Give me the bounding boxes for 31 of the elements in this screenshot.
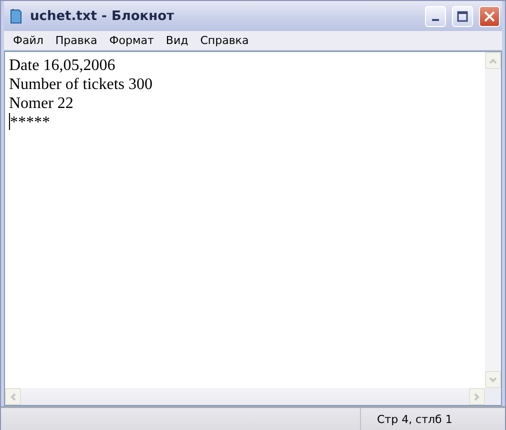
text-line: Nomer 22 bbox=[9, 94, 74, 113]
text-area[interactable]: Date 16,05,2006 Number of tickets 300 Nomer 22 ***** bbox=[4, 51, 502, 406]
scroll-down-button[interactable] bbox=[485, 371, 501, 388]
vertical-scrollbar[interactable] bbox=[485, 52, 501, 388]
maximize-button[interactable] bbox=[452, 6, 473, 26]
menu-item[interactable]: Справка bbox=[194, 34, 255, 47]
chevron-up-icon bbox=[489, 56, 497, 64]
text-line: Date 16,05,2006 bbox=[9, 56, 116, 75]
menu-item[interactable]: Формат bbox=[103, 34, 160, 47]
minimize-button[interactable] bbox=[425, 6, 446, 26]
chevron-right-icon bbox=[473, 392, 481, 400]
text-line: ***** bbox=[9, 113, 51, 132]
scroll-right-button[interactable] bbox=[469, 388, 485, 405]
text-line: Number of tickets 300 bbox=[9, 75, 154, 94]
text-caret bbox=[9, 113, 10, 130]
window-title: uchet.txt - Блокнот bbox=[30, 8, 176, 24]
cursor-position: Стр 4, стлб 1 bbox=[360, 408, 505, 430]
maximize-icon bbox=[457, 10, 468, 22]
scrollbar-corner bbox=[485, 388, 501, 405]
menu-item[interactable]: Файл bbox=[7, 34, 50, 47]
minimize-icon bbox=[432, 19, 439, 21]
scroll-up-button[interactable] bbox=[485, 52, 501, 69]
scroll-left-button[interactable] bbox=[5, 388, 21, 405]
notepad-icon bbox=[8, 8, 24, 24]
chevron-down-icon bbox=[489, 376, 497, 384]
chevron-left-icon bbox=[9, 392, 17, 400]
close-icon bbox=[484, 10, 495, 22]
menu-item[interactable]: Вид bbox=[160, 34, 194, 47]
menu-item[interactable]: Правка bbox=[49, 34, 104, 47]
horizontal-scrollbar[interactable] bbox=[5, 388, 485, 405]
close-button[interactable] bbox=[479, 6, 500, 26]
